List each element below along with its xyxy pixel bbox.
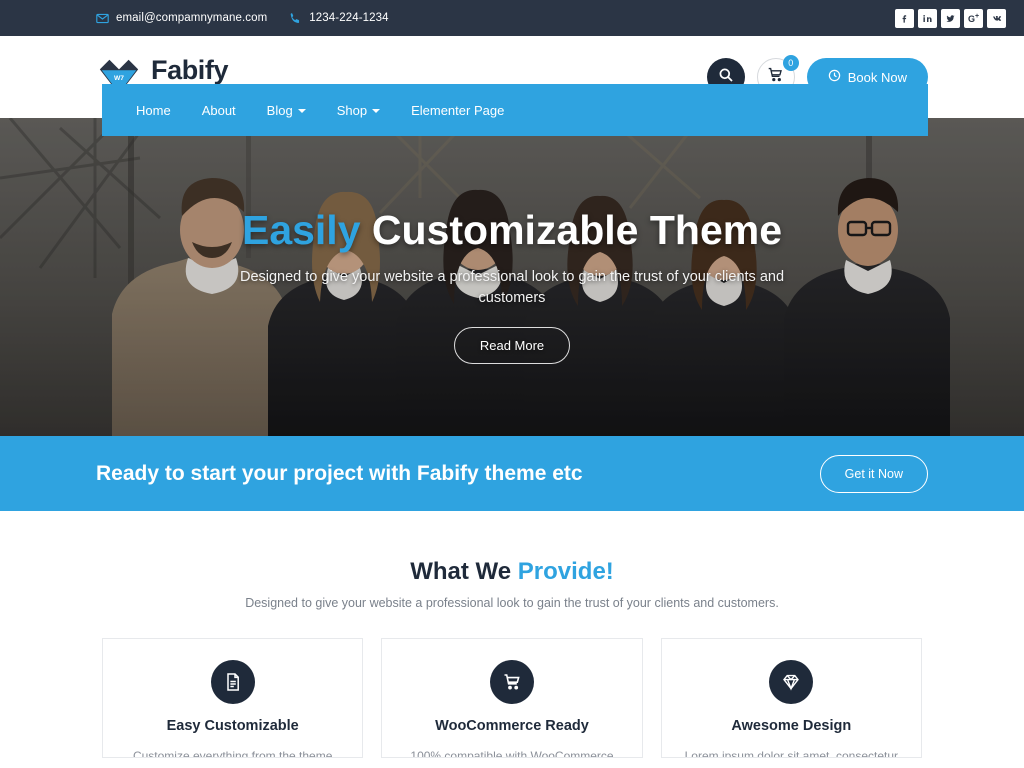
social-links: G+ (895, 8, 1010, 28)
card-title: Awesome Design (731, 718, 852, 734)
phone-text: 1234-224-1234 (309, 12, 389, 24)
card-title: WooCommerce Ready (435, 718, 589, 734)
nav-item-shop[interactable]: Shop (336, 102, 381, 118)
card-description: Lorem ipsum dolor sit amet, consectetur … (684, 749, 899, 758)
card-title: Easy Customizable (166, 718, 299, 734)
nav-label: Shop (336, 102, 368, 118)
hero-title: Easily Customizable Theme (120, 207, 904, 253)
clock-icon (828, 69, 841, 85)
brand-name: Fabify (151, 55, 229, 85)
get-it-now-button[interactable]: Get it Now (819, 454, 928, 493)
nav-item-blog[interactable]: Blog (267, 103, 306, 118)
section-title-highlight: Provide! (517, 558, 614, 585)
feature-cards: Easy Customizable Customize everything f… (0, 638, 1024, 758)
chevron-down-icon (297, 109, 306, 113)
main-navigation: Home About Blog Shop Elementer Page (102, 84, 928, 136)
nav-label: Home (136, 102, 171, 118)
hero-subtitle: Designed to give your website a professi… (239, 269, 785, 307)
hero-title-highlight: Easily (241, 207, 361, 253)
nav-label: Elementer Page (411, 102, 505, 118)
nav-item-about[interactable]: About (202, 103, 236, 118)
envelope-icon (96, 12, 109, 25)
diamond-icon (769, 660, 814, 704)
section-subtitle: Designed to give your website a professi… (245, 596, 779, 610)
section-title: What We Provide! (0, 558, 1024, 586)
top-bar-contacts: email@compamnymane.com 1234-224-1234 (96, 12, 389, 25)
hero-title-rest: Customizable Theme (371, 207, 783, 253)
book-now-label: Book Now (847, 69, 907, 85)
section-title-main: What We (410, 558, 518, 585)
cta-text: Ready to start your project with Fabify … (96, 461, 583, 485)
read-more-button[interactable]: Read More (453, 327, 571, 365)
card-description: Customize everything from the theme (132, 749, 333, 758)
nav-label: About (201, 102, 236, 118)
googleplus-icon[interactable]: G+ (964, 8, 983, 28)
document-icon (210, 660, 255, 704)
svg-text:W7: W7 (114, 75, 124, 82)
email-text: email@compamnymane.com (116, 12, 268, 24)
provide-section: What We Provide! Designed to give your w… (0, 511, 1024, 758)
twitter-icon[interactable] (941, 8, 960, 28)
email-contact[interactable]: email@compamnymane.com (96, 12, 267, 25)
chevron-down-icon (372, 109, 381, 113)
nav-item-home[interactable]: Home (136, 103, 171, 118)
feature-card-awesome-design[interactable]: Awesome Design Lorem ipsum dolor sit ame… (660, 638, 922, 758)
hero-content: Easily Customizable Theme Designed to gi… (0, 207, 1024, 365)
nav-label: Blog (266, 102, 293, 118)
top-bar: email@compamnymane.com 1234-224-1234 G+ (0, 0, 1024, 36)
feature-card-easy-customizable[interactable]: Easy Customizable Customize everything f… (102, 638, 364, 758)
phone-contact[interactable]: 1234-224-1234 (289, 12, 389, 25)
feature-card-woocommerce-ready[interactable]: WooCommerce Ready 100% compatible with W… (381, 638, 643, 758)
facebook-icon[interactable] (895, 8, 914, 28)
cart-count-badge: 0 (782, 55, 799, 71)
cta-banner: Ready to start your project with Fabify … (0, 436, 1024, 511)
shopping-cart-icon (489, 660, 534, 704)
card-description: 100% compatible with WooCommerce plugin (410, 749, 614, 758)
hero-section: Home About Blog Shop Elementer Page Easi… (0, 84, 1024, 436)
phone-icon (289, 12, 302, 25)
nav-item-elementer-page[interactable]: Elementer Page (411, 103, 504, 118)
linkedin-icon[interactable] (918, 8, 937, 28)
vk-icon[interactable] (987, 8, 1006, 28)
